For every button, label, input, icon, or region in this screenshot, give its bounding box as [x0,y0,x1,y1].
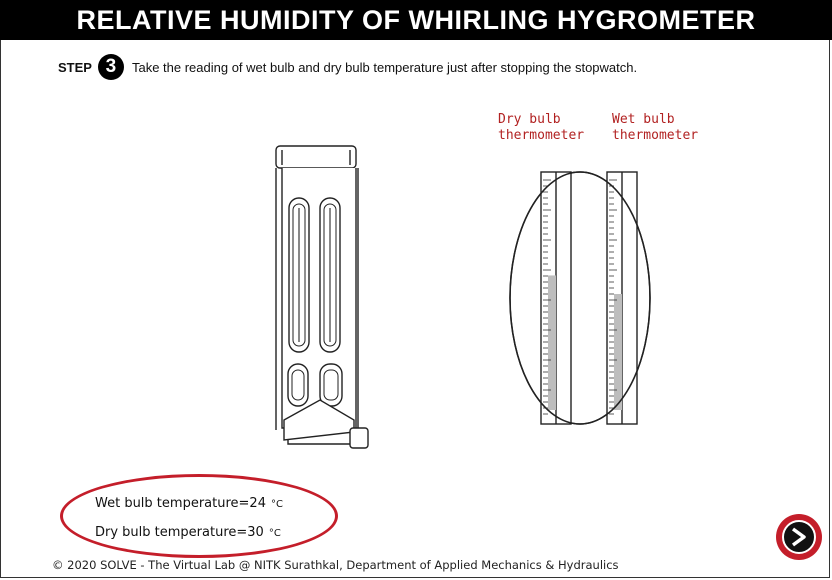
dry-bulb-reading-label: Dry bulb temperature= [95,525,248,540]
dry-bulb-reading-unit: °C [268,528,281,539]
dry-bulb-thermometer [540,171,572,425]
readings-panel: Wet bulb temperature=24 °C Dry bulb tempe… [95,490,283,548]
next-arrow-icon [782,520,816,554]
hygrometer-device [275,145,369,449]
dry-bulb-reading-value: 30 [247,525,264,540]
footer-copyright: © 2020 SOLVE - The Virtual Lab @ NITK Su… [52,558,619,572]
next-button[interactable] [776,514,822,560]
dry-bulb-reading: Dry bulb temperature=30 °C [95,519,283,548]
wet-bulb-reading: Wet bulb temperature=24 °C [95,490,283,519]
wet-bulb-reading-unit: °C [270,499,283,510]
wet-bulb-thermometer [606,171,638,425]
wet-bulb-mercury [614,294,622,410]
zoom-view [509,171,651,425]
wet-bulb-reading-value: 24 [249,496,266,511]
wet-bulb-reading-label: Wet bulb temperature= [95,496,250,511]
